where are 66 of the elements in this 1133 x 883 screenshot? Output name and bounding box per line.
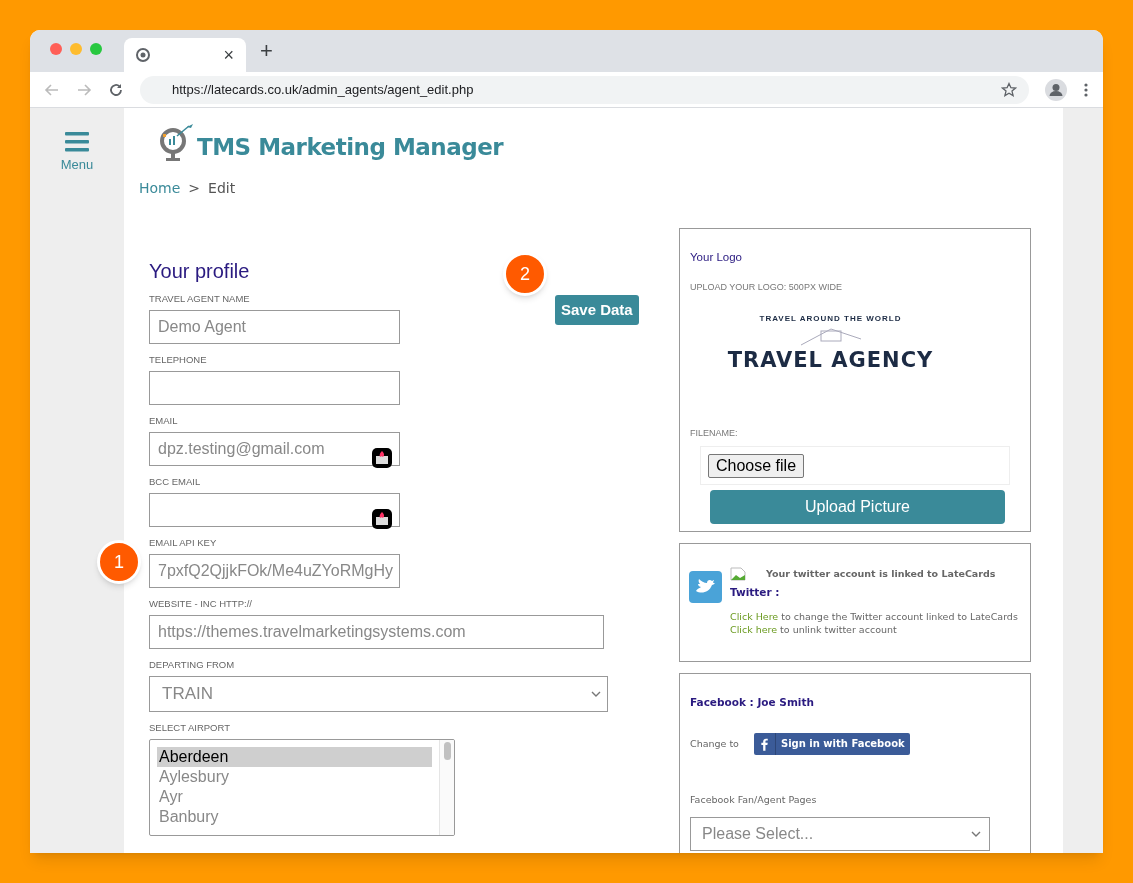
dropdown[interactable]: TRAIN	[149, 676, 608, 712]
forward-icon[interactable]	[76, 81, 92, 98]
field-label: TELEPHONE	[149, 354, 208, 366]
menu-button[interactable]: Menu	[56, 132, 98, 171]
breadcrumb-link[interactable]: Home	[139, 178, 181, 199]
broken-image-icon	[730, 567, 746, 582]
text-field[interactable]: Demo Agent	[149, 310, 400, 344]
twitter-link-text: Click here to unlink twitter account	[730, 624, 898, 636]
twitter-status: Your twitter account is linked to LateCards	[766, 567, 996, 581]
profile-icon[interactable]	[1045, 78, 1067, 101]
field-label: Facebook Fan/Agent Pages	[690, 792, 818, 807]
field-label: BCC EMAIL	[149, 476, 202, 488]
bird-icon	[689, 571, 722, 603]
choose-file-button[interactable]: Choose file	[708, 453, 805, 478]
window-control[interactable]	[50, 43, 62, 55]
scrollbar-thumb[interactable]	[443, 742, 451, 760]
chevron-down-icon	[971, 831, 981, 837]
list-box[interactable]: Aberdeen Aylesbury Ayr Banbury	[149, 739, 455, 836]
bookmark-star-icon[interactable]	[1001, 81, 1017, 98]
text-field[interactable]: dpz.testing@gmail.com	[149, 432, 400, 466]
twitter-link-text: Click Here to change the Twitter account linked to LateCards	[730, 611, 1018, 623]
list-option[interactable]: Aberdeen	[157, 747, 432, 767]
address-bar[interactable]: https://latecards.co.uk/admin_agents/agent_edit.php	[140, 75, 1029, 104]
chevron-down-icon	[591, 691, 601, 697]
change-label: Change to	[690, 736, 739, 751]
list-option[interactable]: Banbury	[157, 807, 432, 827]
browser-tab[interactable]: ×	[124, 38, 246, 72]
more-menu-icon[interactable]	[1083, 81, 1089, 98]
field-label: DEPARTING FROM	[149, 659, 236, 671]
browser-logo-icon	[136, 48, 150, 62]
field-label: FILENAME:	[690, 426, 739, 440]
twitter-link[interactable]: Click Here	[730, 611, 779, 622]
close-tab-button[interactable]: ×	[223, 46, 234, 64]
panel-title: Your Logo	[690, 250, 743, 265]
upload-hint: UPLOAD YOUR LOGO: 500PX WIDE	[690, 281, 843, 295]
field-label: EMAIL API KEY	[149, 537, 218, 549]
field-label: TRAVEL AGENT NAME	[149, 293, 251, 305]
app-title: TMS Marketing Manager	[197, 133, 504, 162]
new-tab-button[interactable]: +	[260, 40, 273, 62]
text-field[interactable]: https://themes.travelmarketingsystems.com	[149, 615, 604, 649]
save-button[interactable]: Save Data	[555, 295, 639, 325]
reload-icon[interactable]	[108, 81, 124, 98]
field-label: SELECT AIRPORT	[149, 722, 231, 734]
agency-logo-drawing: TRAVEL AROUND THE WORLD TRAVEL AGENCY	[726, 312, 935, 374]
facebook-heading: Facebook : Joe Smith	[690, 695, 815, 710]
menu-icon	[65, 132, 89, 152]
window-control[interactable]	[90, 43, 102, 55]
field-label: EMAIL	[149, 415, 179, 427]
text-field[interactable]	[149, 493, 400, 527]
url-text: https://latecards.co.uk/admin_agents/agent_edit.php	[172, 80, 475, 99]
pages-dropdown[interactable]: Please Select...	[690, 817, 990, 851]
list-option[interactable]: Ayr	[157, 787, 432, 807]
breadcrumb-separator: >	[188, 179, 201, 198]
twitter-heading: Twitter :	[730, 585, 781, 601]
field-label: WEBSITE - INC HTTP://	[149, 598, 253, 610]
upload-button[interactable]: Upload Picture	[710, 490, 1005, 525]
text-field[interactable]: 7pxfQ2QjjkFOk/Me4uZYoRMgHy	[149, 554, 400, 588]
twitter-link[interactable]: Click here	[730, 624, 778, 635]
breadcrumb-current: Edit	[208, 179, 236, 198]
text-field[interactable]	[149, 371, 400, 405]
globe-logo-icon	[159, 122, 195, 162]
list-option[interactable]: Aylesbury	[157, 767, 432, 787]
facebook-signin-button[interactable]: Sign in with Facebook	[753, 732, 910, 755]
back-icon[interactable]	[44, 81, 60, 98]
file-input[interactable]: Choose file	[700, 446, 1010, 486]
section-title: Your profile	[149, 259, 250, 283]
